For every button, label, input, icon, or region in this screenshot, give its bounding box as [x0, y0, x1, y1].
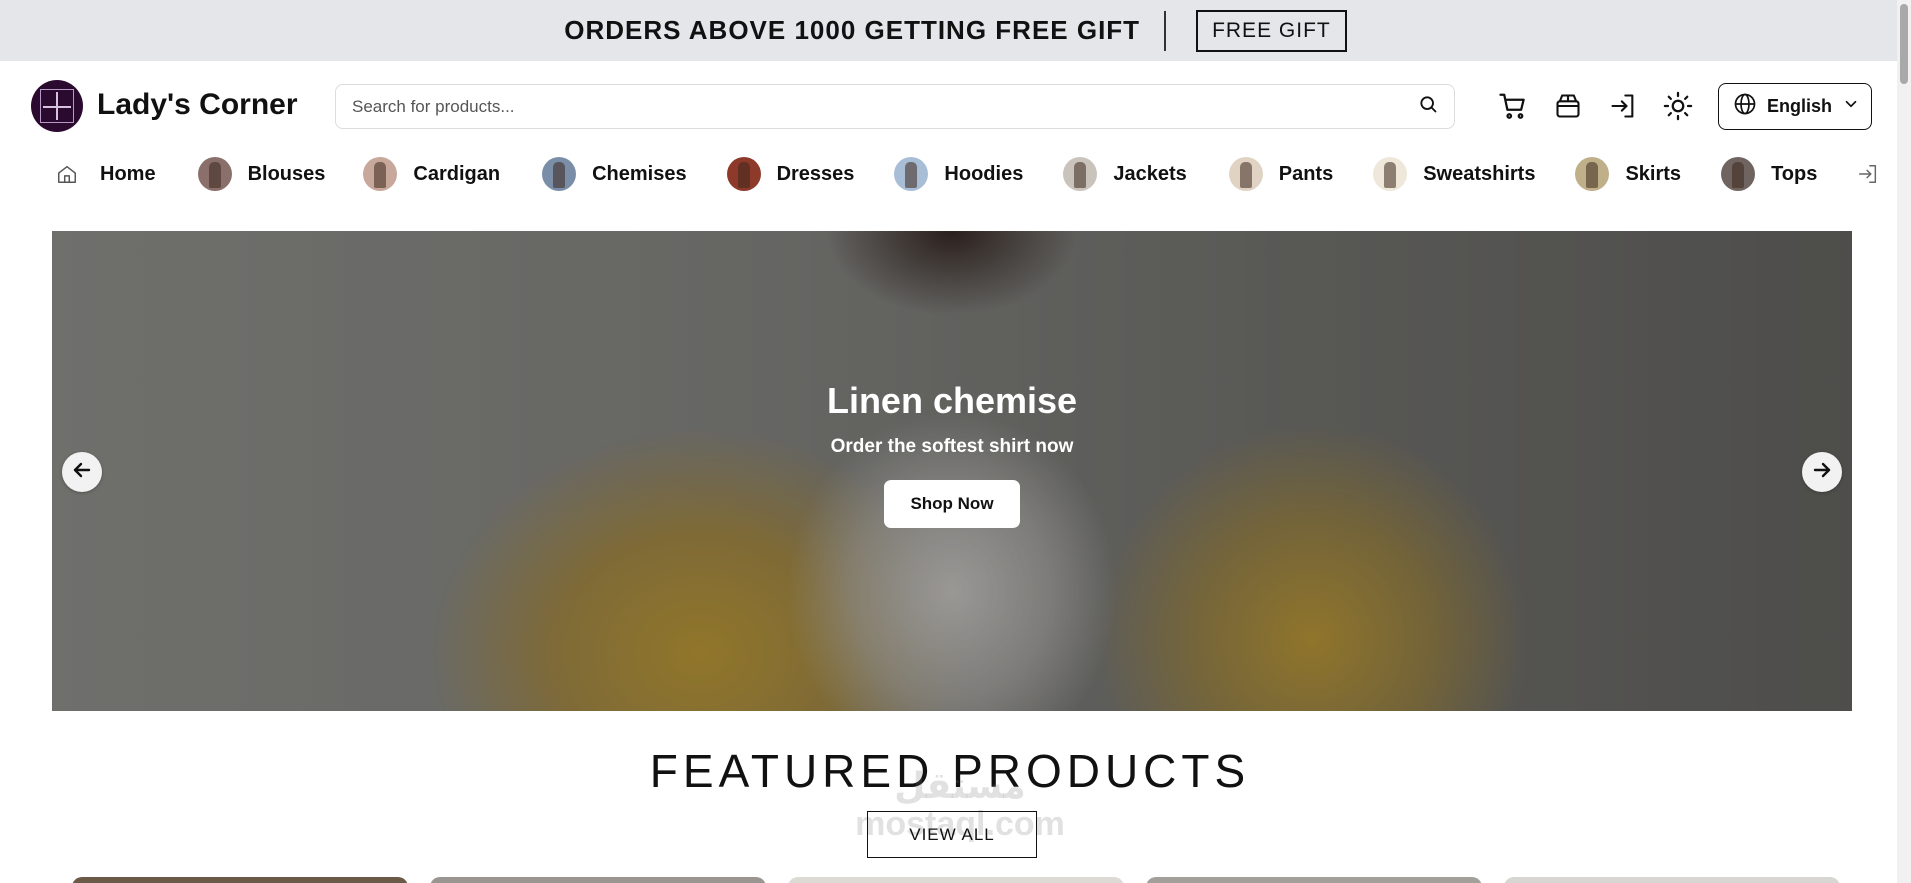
search-icon[interactable] — [1418, 94, 1438, 119]
product-card[interactable] — [72, 877, 408, 883]
nav-chemises[interactable]: Chemises — [542, 152, 687, 196]
home-icon — [54, 161, 80, 187]
hero-slider: Linen chemise Order the softest shirt no… — [52, 231, 1852, 711]
language-selector[interactable]: English — [1718, 83, 1872, 130]
orders-box-icon[interactable] — [1551, 89, 1585, 123]
nav-dresses-label: Dresses — [776, 162, 855, 185]
arrow-right-icon — [1810, 458, 1834, 487]
nav-pants[interactable]: Pants — [1228, 152, 1334, 196]
login-icon[interactable] — [1606, 89, 1640, 123]
nav-blouses-label: Blouses — [247, 162, 326, 185]
nav-cardigan-label: Cardigan — [413, 162, 501, 185]
promo-divider — [1164, 10, 1167, 51]
hero-subtitle: Order the softest shirt now — [830, 436, 1074, 457]
nav-chemises-label: Chemises — [592, 162, 687, 185]
featured-products-heading: FEATURED PRODUCTS — [649, 745, 1251, 797]
product-cards-row — [72, 877, 1840, 883]
language-label: English — [1767, 96, 1833, 116]
promo-bar: ORDERS ABOVE 1000 GETTING FREE GIFT FREE… — [0, 0, 1911, 61]
scrollbar-thumb[interactable] — [1900, 4, 1908, 84]
promo-text: ORDERS ABOVE 1000 GETTING FREE GIFT — [564, 15, 1141, 45]
hero-title: Linen chemise — [826, 380, 1078, 421]
nav-skirts-label: Skirts — [1625, 162, 1682, 185]
nav-dresses[interactable]: Dresses — [726, 152, 855, 196]
category-nav: Home Blouses Cardigan Chemises Dresses H… — [54, 152, 1879, 196]
search-bar[interactable] — [335, 84, 1455, 129]
slider-prev-button[interactable] — [62, 452, 102, 492]
slider-next-button[interactable] — [1802, 452, 1842, 492]
nav-sweatshirts-label: Sweatshirts — [1423, 162, 1536, 185]
theme-sun-icon[interactable] — [1661, 89, 1695, 123]
nav-home[interactable]: Home — [54, 152, 156, 196]
nav-jackets-label: Jackets — [1113, 162, 1187, 185]
view-all-button[interactable]: VIEW ALL — [867, 811, 1037, 858]
cart-icon[interactable] — [1496, 89, 1530, 123]
nav-tops[interactable]: Tops — [1721, 152, 1817, 196]
search-input[interactable] — [352, 96, 1418, 117]
chemises-thumbnail — [542, 157, 577, 191]
product-card[interactable] — [1146, 877, 1482, 883]
nav-login-icon[interactable] — [1857, 152, 1879, 196]
product-card[interactable] — [1504, 877, 1840, 883]
nav-skirts[interactable]: Skirts — [1575, 152, 1681, 196]
blouses-thumbnail — [197, 157, 232, 191]
nav-sweatshirts[interactable]: Sweatshirts — [1373, 152, 1535, 196]
globe-icon — [1733, 92, 1757, 121]
nav-home-label: Home — [100, 162, 156, 185]
hoodies-thumbnail — [894, 157, 929, 191]
nav-cardigan[interactable]: Cardigan — [363, 152, 500, 196]
shop-now-button[interactable]: Shop Now — [884, 480, 1020, 528]
cardigan-thumbnail — [363, 157, 398, 191]
nav-hoodies-label: Hoodies — [944, 162, 1024, 185]
nav-pants-label: Pants — [1278, 162, 1334, 185]
nav-blouses[interactable]: Blouses — [197, 152, 326, 196]
page-scrollbar[interactable] — [1897, 0, 1911, 883]
nav-jackets[interactable]: Jackets — [1063, 152, 1187, 196]
product-card[interactable] — [788, 877, 1124, 883]
brand-name[interactable]: Lady's Corner — [97, 88, 298, 122]
chevron-down-icon — [1842, 95, 1860, 118]
nav-hoodies[interactable]: Hoodies — [894, 152, 1023, 196]
jackets-thumbnail — [1063, 157, 1098, 191]
free-gift-button[interactable]: FREE GIFT — [1196, 9, 1347, 52]
pants-thumbnail — [1228, 157, 1263, 191]
dresses-thumbnail — [726, 157, 761, 191]
sweatshirts-thumbnail — [1373, 157, 1408, 191]
skirts-thumbnail — [1575, 157, 1610, 191]
nav-tops-label: Tops — [1771, 162, 1818, 185]
product-card[interactable] — [430, 877, 766, 883]
tops-thumbnail — [1721, 157, 1756, 191]
arrow-left-icon — [70, 458, 94, 487]
brand-logo[interactable] — [31, 80, 83, 132]
